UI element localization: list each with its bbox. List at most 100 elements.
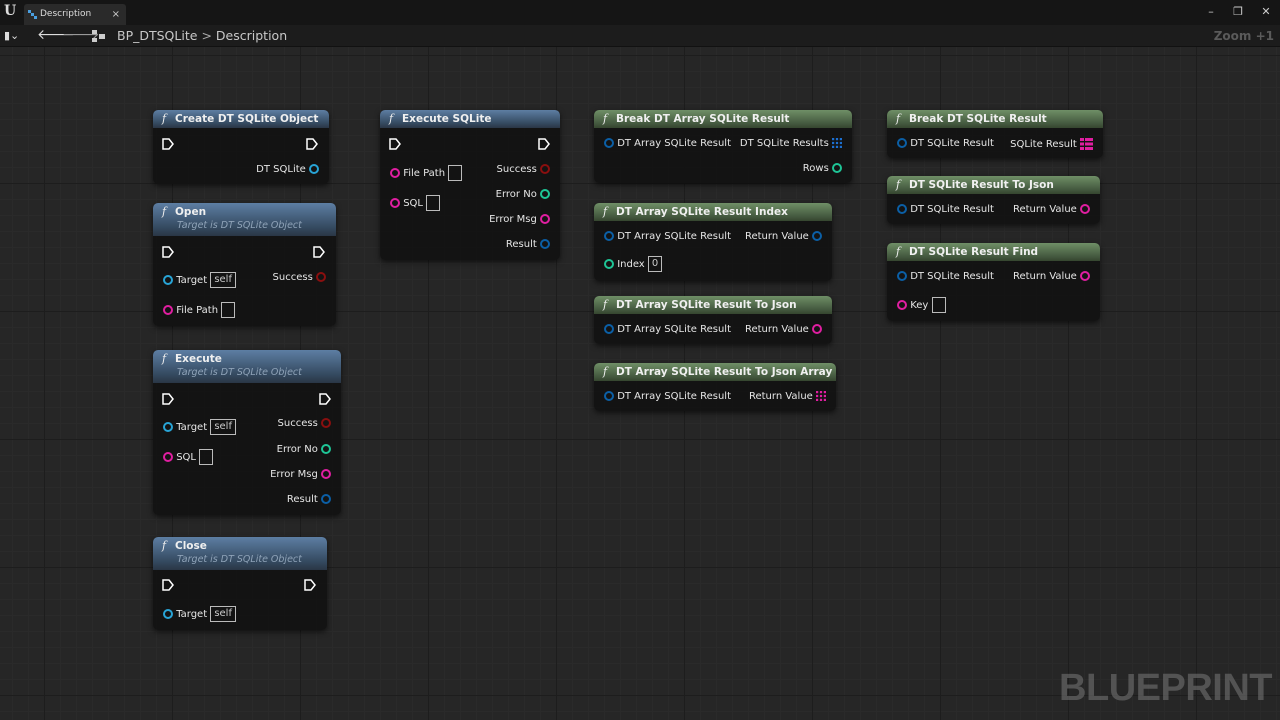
node-subtitle: Target is DT SQLite Object — [177, 367, 302, 378]
input-pin-dt-array-sqlite-result[interactable]: DT Array SQLite Result — [604, 231, 731, 242]
target-default-field[interactable]: self — [210, 272, 236, 288]
restore-icon[interactable]: ❐ — [1228, 3, 1248, 21]
input-pin-file-path[interactable]: File Path — [163, 302, 236, 318]
node-execute-sqlite[interactable]: f Execute SQLite File Path SQL Success Er… — [380, 110, 560, 260]
window-close-icon[interactable]: ✕ — [1256, 3, 1276, 21]
output-pin-success[interactable]: Success — [278, 418, 331, 429]
output-pin-rows[interactable]: Rows — [803, 163, 842, 174]
breadcrumb-graph[interactable]: Description — [216, 28, 287, 43]
output-pin-success[interactable]: Success — [273, 272, 326, 283]
string-pin-icon — [390, 198, 400, 208]
struct-pin-icon — [604, 324, 614, 334]
graph-toolbar: ▮⌄ 🡐 🡒 BP_DTSQLite > Description Zoom +1 — [0, 25, 1280, 47]
node-header: f DT Array SQLite Result To Json — [594, 296, 832, 314]
sql-field[interactable] — [426, 195, 441, 211]
output-pin-result[interactable]: Result — [287, 494, 331, 505]
file-path-field[interactable] — [221, 302, 236, 318]
graph-icon — [28, 10, 37, 19]
close-icon[interactable]: × — [112, 4, 120, 25]
breadcrumb-blueprint[interactable]: BP_DTSQLite — [117, 28, 197, 43]
exec-in-pin[interactable] — [162, 393, 174, 405]
node-subtitle: Target is DT SQLite Object — [177, 220, 302, 231]
node-break-dt-array-sqlite-result[interactable]: f Break DT Array SQLite Result DT Array S… — [594, 110, 852, 183]
input-pin-index[interactable]: Index 0 — [604, 256, 663, 272]
struct-pin-icon — [897, 271, 907, 281]
function-icon: f — [603, 298, 608, 311]
input-pin-dt-sqlite-result[interactable]: DT SQLite Result — [897, 138, 994, 149]
file-path-field[interactable] — [448, 165, 463, 181]
sql-field[interactable] — [199, 449, 214, 465]
output-pin-error-msg[interactable]: Error Msg — [489, 214, 550, 225]
int-pin-icon — [604, 259, 614, 269]
input-pin-sql[interactable]: SQL — [390, 195, 441, 211]
exec-in-pin[interactable] — [162, 138, 174, 150]
node-header: f Close Target is DT SQLite Object — [153, 537, 327, 570]
output-pin-dt-sqlite-results[interactable]: DT SQLite Results — [740, 138, 842, 149]
node-break-dt-sqlite-result[interactable]: f Break DT SQLite Result DT SQLite Result… — [887, 110, 1103, 158]
input-pin-dt-sqlite-result[interactable]: DT SQLite Result — [897, 271, 994, 282]
input-pin-file-path[interactable]: File Path — [390, 165, 463, 181]
minimize-icon[interactable]: – — [1201, 3, 1221, 21]
exec-out-pin[interactable] — [538, 138, 550, 150]
output-pin-dt-sqlite[interactable]: DT SQLite — [256, 164, 319, 175]
input-pin-target[interactable]: Target self — [163, 419, 236, 435]
output-pin-success[interactable]: Success — [497, 164, 550, 175]
unreal-logo-icon[interactable]: U — [4, 3, 20, 21]
output-pin-error-no[interactable]: Error No — [496, 189, 550, 200]
node-header: f DT SQLite Result To Json — [887, 176, 1100, 194]
node-dt-sqlite-result-to-json[interactable]: f DT SQLite Result To Json DT SQLite Resu… — [887, 176, 1100, 224]
input-pin-key[interactable]: Key — [897, 297, 946, 313]
node-dt-array-sqlite-result-to-json-array[interactable]: f DT Array SQLite Result To Json Array DT… — [594, 363, 836, 411]
target-default-field[interactable]: self — [210, 606, 236, 622]
output-pin-return-value[interactable]: Return Value — [1013, 271, 1090, 282]
key-field[interactable] — [931, 297, 946, 313]
exec-out-pin[interactable] — [304, 579, 316, 591]
output-pin-return-value[interactable]: Return Value — [749, 391, 826, 402]
node-header: f Execute Target is DT SQLite Object — [153, 350, 341, 383]
struct-pin-icon — [540, 239, 550, 249]
input-pin-dt-array-sqlite-result[interactable]: DT Array SQLite Result — [604, 324, 731, 335]
output-pin-result[interactable]: Result — [506, 239, 550, 250]
input-pin-target[interactable]: Target self — [163, 272, 236, 288]
exec-in-pin[interactable] — [162, 579, 174, 591]
output-pin-error-msg[interactable]: Error Msg — [270, 469, 331, 480]
struct-pin-icon — [897, 204, 907, 214]
string-pin-icon — [390, 168, 400, 178]
node-execute[interactable]: f Execute Target is DT SQLite Object Targe… — [153, 350, 341, 515]
node-dt-array-sqlite-result-to-json[interactable]: f DT Array SQLite Result To Json DT Array… — [594, 296, 832, 344]
input-pin-dt-array-sqlite-result[interactable]: DT Array SQLite Result — [604, 391, 731, 402]
node-close[interactable]: f Close Target is DT SQLite Object Target … — [153, 537, 327, 630]
bookmark-dropdown-icon[interactable]: ▮⌄ — [4, 29, 19, 42]
exec-in-pin[interactable] — [389, 138, 401, 150]
exec-out-pin[interactable] — [319, 393, 331, 405]
node-title: DT Array SQLite Result To Json — [616, 299, 797, 311]
node-header: f Break DT SQLite Result — [887, 110, 1103, 128]
exec-out-pin[interactable] — [313, 246, 325, 258]
output-pin-return-value[interactable]: Return Value — [745, 231, 822, 242]
node-dt-sqlite-result-find[interactable]: f DT SQLite Result Find DT SQLite Result … — [887, 243, 1100, 321]
graph-icon — [92, 30, 105, 42]
node-create-dt-sqlite-object[interactable]: f Create DT SQLite Object DT SQLite — [153, 110, 329, 184]
output-pin-return-value[interactable]: Return Value — [745, 324, 822, 335]
exec-out-pin[interactable] — [306, 138, 318, 150]
function-icon: f — [389, 112, 394, 125]
output-pin-sqlite-result[interactable]: SQLite Result — [1010, 138, 1093, 150]
function-icon: f — [603, 365, 608, 378]
input-pin-dt-array-sqlite-result[interactable]: DT Array SQLite Result — [604, 138, 731, 149]
int-pin-icon — [832, 163, 842, 173]
input-pin-sql[interactable]: SQL — [163, 449, 214, 465]
exec-in-pin[interactable] — [162, 246, 174, 258]
tab-description[interactable]: Description × — [24, 4, 126, 25]
node-dt-array-sqlite-result-index[interactable]: f DT Array SQLite Result Index DT Array S… — [594, 203, 832, 281]
object-pin-icon — [309, 164, 319, 174]
output-pin-error-no[interactable]: Error No — [277, 444, 331, 455]
input-pin-target[interactable]: Target self — [163, 606, 236, 622]
node-open[interactable]: f Open Target is DT SQLite Object Target s… — [153, 203, 336, 326]
index-field[interactable]: 0 — [647, 256, 663, 272]
string-pin-icon — [163, 452, 173, 462]
output-pin-return-value[interactable]: Return Value — [1013, 204, 1090, 215]
input-pin-dt-sqlite-result[interactable]: DT SQLite Result — [897, 204, 994, 215]
tab-label: Description — [40, 9, 92, 19]
node-header: f DT SQLite Result Find — [887, 243, 1100, 261]
target-default-field[interactable]: self — [210, 419, 236, 435]
